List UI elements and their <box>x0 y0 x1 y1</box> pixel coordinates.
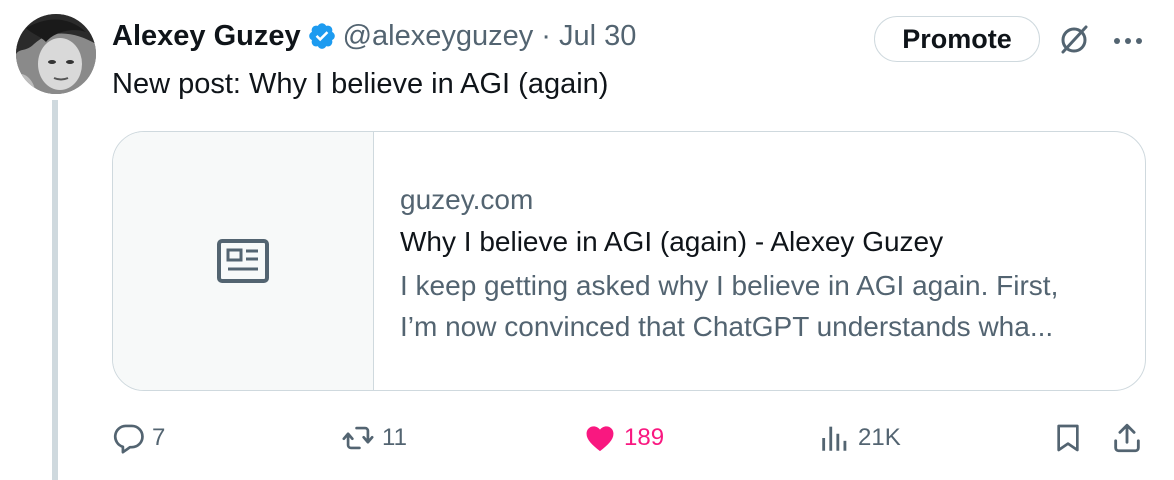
grok-icon[interactable] <box>1056 22 1092 58</box>
tweet-header: Alexey Guzey @alexeyguzey · Jul 30 <box>112 16 636 56</box>
card-title: Why I believe in AGI (again) - Alexey Gu… <box>400 226 944 257</box>
reply-icon <box>113 424 144 454</box>
avatar-image <box>16 14 96 94</box>
heart-icon <box>586 426 614 452</box>
header-separator: · <box>541 19 551 52</box>
views-count: 21K <box>858 424 901 451</box>
bookmark-button[interactable] <box>1052 418 1084 458</box>
card-thumbnail <box>113 132 374 390</box>
article-icon <box>217 239 269 283</box>
author-avatar[interactable] <box>16 14 96 94</box>
like-count: 189 <box>624 424 665 451</box>
share-icon <box>1114 423 1140 453</box>
card-description-line1: I keep getting asked why I believe in AG… <box>400 270 1059 301</box>
card-description-line2: I’m now convinced that ChatGPT understan… <box>400 311 1054 342</box>
action-bar: 7 11 189 21K <box>112 418 1152 458</box>
analytics-icon <box>822 426 847 451</box>
promote-button[interactable]: Promote <box>874 16 1040 62</box>
tweet-date[interactable]: Jul 30 <box>559 20 636 53</box>
author-name[interactable]: Alexey Guzey <box>112 20 301 53</box>
author-handle[interactable]: @alexeyguzey <box>343 20 534 53</box>
tweet-text: New post: Why I believe in AGI (again) <box>112 68 609 100</box>
repost-count: 11 <box>382 424 407 451</box>
reply-button[interactable]: 7 <box>112 418 165 458</box>
repost-icon <box>342 426 374 450</box>
bookmark-icon <box>1057 424 1079 452</box>
reply-count: 7 <box>152 424 166 451</box>
verified-badge-icon[interactable] <box>307 21 337 51</box>
card-domain: guzey.com <box>400 184 534 215</box>
like-button[interactable]: 189 <box>582 418 664 458</box>
share-button[interactable] <box>1110 418 1144 458</box>
repost-button[interactable]: 11 <box>340 418 407 458</box>
card-description: I keep getting asked why I believe in AG… <box>400 265 1140 347</box>
link-preview-card[interactable]: guzey.com Why I believe in AGI (again) -… <box>112 131 1146 391</box>
thread-line <box>52 100 58 480</box>
card-body: guzey.com Why I believe in AGI (again) -… <box>374 132 1140 390</box>
more-options-icon[interactable] <box>1110 26 1146 56</box>
views-button[interactable]: 21K <box>818 418 901 458</box>
